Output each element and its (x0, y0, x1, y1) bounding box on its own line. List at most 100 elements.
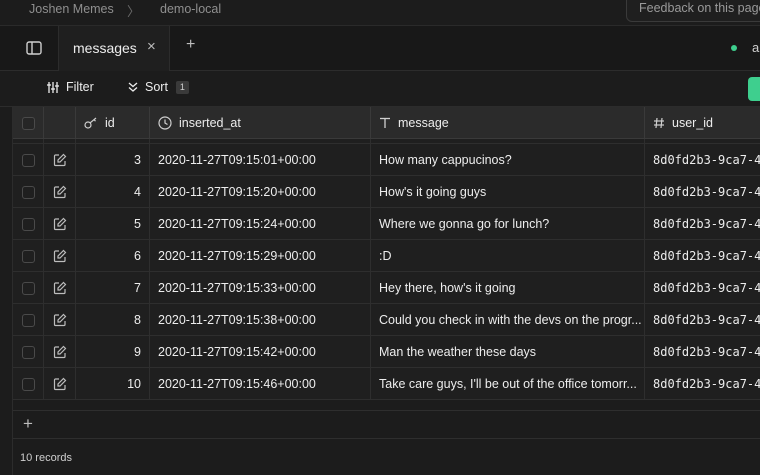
column-label: inserted_at (179, 116, 241, 130)
tab-label: messages (73, 40, 137, 56)
data-grid: id inserted_at message user_id 3 2020-11… (13, 107, 760, 410)
cell-id[interactable]: 9 (76, 336, 150, 368)
column-header-id[interactable]: id (76, 107, 150, 139)
row-checkbox[interactable] (22, 217, 35, 231)
row-select-cell (13, 304, 44, 336)
cell-inserted-at[interactable]: 2020-11-27T09:15:46+00:00 (150, 368, 371, 400)
cell-message[interactable]: Hey there, how's it going (371, 272, 645, 304)
row-select-cell (13, 176, 44, 208)
tab-bar: messages × + all (0, 26, 760, 71)
row-checkbox[interactable] (22, 153, 35, 167)
record-count: 10 records (20, 452, 72, 464)
cell-id[interactable]: 7 (76, 272, 150, 304)
cell-user-id[interactable]: 8d0fd2b3-9ca7-4 (645, 144, 760, 176)
select-all-checkbox[interactable] (22, 116, 35, 130)
row-checkbox[interactable] (22, 313, 35, 327)
table-row[interactable]: 4 2020-11-27T09:15:20+00:00 How's it goi… (13, 176, 760, 208)
feedback-button[interactable]: Feedback on this page (626, 0, 760, 22)
status-label: all (752, 40, 760, 55)
row-edit-cell (44, 144, 76, 176)
edit-icon[interactable] (53, 153, 67, 167)
sort-label: Sort (145, 80, 168, 94)
cell-user-id[interactable]: 8d0fd2b3-9ca7-4 (645, 368, 760, 400)
column-header-user-id[interactable]: user_id (645, 107, 760, 139)
cell-message[interactable]: Man the weather these days (371, 336, 645, 368)
cell-inserted-at[interactable]: 2020-11-27T09:15:24+00:00 (150, 208, 371, 240)
column-label: message (398, 116, 449, 130)
tab-close-icon[interactable]: × (147, 38, 156, 55)
add-row-button[interactable]: + (23, 414, 33, 434)
filter-button[interactable]: Filter (46, 80, 94, 94)
breadcrumb-separator: 〉 (127, 4, 141, 19)
tab-messages[interactable]: messages × (58, 26, 170, 71)
edit-icon[interactable] (53, 313, 67, 327)
cell-user-id[interactable]: 8d0fd2b3-9ca7-4 (645, 304, 760, 336)
cell-inserted-at[interactable]: 2020-11-27T09:15:42+00:00 (150, 336, 371, 368)
row-select-cell (13, 272, 44, 304)
cell-message[interactable]: Where we gonna go for lunch? (371, 208, 645, 240)
edit-icon[interactable] (53, 249, 67, 263)
cell-inserted-at[interactable]: 2020-11-27T09:15:01+00:00 (150, 144, 371, 176)
column-header-message[interactable]: message (371, 107, 645, 139)
add-row-bar: + (13, 410, 760, 438)
edit-icon[interactable] (53, 217, 67, 231)
table-row[interactable]: 7 2020-11-27T09:15:33+00:00 Hey there, h… (13, 272, 760, 304)
table-row[interactable]: 9 2020-11-27T09:15:42+00:00 Man the weat… (13, 336, 760, 368)
row-select-cell (13, 144, 44, 176)
edit-icon[interactable] (53, 185, 67, 199)
table-row[interactable]: 8 2020-11-27T09:15:38+00:00 Could you ch… (13, 304, 760, 336)
cell-message[interactable]: How many cappucinos? (371, 144, 645, 176)
text-type-icon (380, 117, 390, 128)
row-checkbox[interactable] (22, 281, 35, 295)
edit-icon[interactable] (53, 281, 67, 295)
column-label: id (105, 116, 115, 130)
cell-id[interactable]: 5 (76, 208, 150, 240)
cell-user-id[interactable]: 8d0fd2b3-9ca7-4 (645, 208, 760, 240)
sort-icon (128, 82, 138, 92)
cell-message[interactable]: :D (371, 240, 645, 272)
row-checkbox[interactable] (22, 249, 35, 263)
row-select-cell (13, 240, 44, 272)
cell-inserted-at[interactable]: 2020-11-27T09:15:38+00:00 (150, 304, 371, 336)
edit-icon[interactable] (53, 377, 67, 391)
row-checkbox[interactable] (22, 185, 35, 199)
cell-user-id[interactable]: 8d0fd2b3-9ca7-4 (645, 176, 760, 208)
row-checkbox[interactable] (22, 377, 35, 391)
table-row[interactable]: 5 2020-11-27T09:15:24+00:00 Where we gon… (13, 208, 760, 240)
cell-user-id[interactable]: 8d0fd2b3-9ca7-4 (645, 272, 760, 304)
table-row[interactable]: 3 2020-11-27T09:15:01+00:00 How many cap… (13, 144, 760, 176)
cell-inserted-at[interactable]: 2020-11-27T09:15:33+00:00 (150, 272, 371, 304)
cell-user-id[interactable]: 8d0fd2b3-9ca7-4 (645, 240, 760, 272)
edit-column-header (44, 107, 76, 139)
insert-button[interactable] (748, 77, 760, 101)
sidebar-toggle-icon[interactable] (26, 41, 42, 55)
cell-message[interactable]: Could you check in with the devs on the … (371, 304, 645, 336)
cell-id[interactable]: 8 (76, 304, 150, 336)
cell-id[interactable]: 10 (76, 368, 150, 400)
column-label: user_id (672, 116, 713, 130)
cell-message[interactable]: How's it going guys (371, 176, 645, 208)
table-row[interactable]: 6 2020-11-27T09:15:29+00:00 :D 8d0fd2b3-… (13, 240, 760, 272)
cell-id[interactable]: 6 (76, 240, 150, 272)
edit-icon[interactable] (53, 345, 67, 359)
sort-count-badge: 1 (175, 80, 189, 94)
cell-inserted-at[interactable]: 2020-11-27T09:15:29+00:00 (150, 240, 371, 272)
add-tab-button[interactable]: + (186, 36, 195, 54)
filter-icon (47, 81, 59, 93)
cell-inserted-at[interactable]: 2020-11-27T09:15:20+00:00 (150, 176, 371, 208)
cell-id[interactable]: 3 (76, 144, 150, 176)
cell-message[interactable]: Take care guys, I'll be out of the offic… (371, 368, 645, 400)
row-edit-cell (44, 240, 76, 272)
breadcrumb-project[interactable]: Joshen Memes (29, 2, 114, 16)
row-edit-cell (44, 336, 76, 368)
grid-header: id inserted_at message user_id (13, 107, 760, 139)
sort-button[interactable]: Sort 1 (127, 80, 189, 94)
row-checkbox[interactable] (22, 345, 35, 359)
row-select-cell (13, 336, 44, 368)
row-edit-cell (44, 208, 76, 240)
table-row[interactable]: 10 2020-11-27T09:15:46+00:00 Take care g… (13, 368, 760, 400)
cell-id[interactable]: 4 (76, 176, 150, 208)
cell-user-id[interactable]: 8d0fd2b3-9ca7-4 (645, 336, 760, 368)
column-header-inserted-at[interactable]: inserted_at (150, 107, 371, 139)
breadcrumb-branch[interactable]: demo-local (160, 2, 221, 16)
